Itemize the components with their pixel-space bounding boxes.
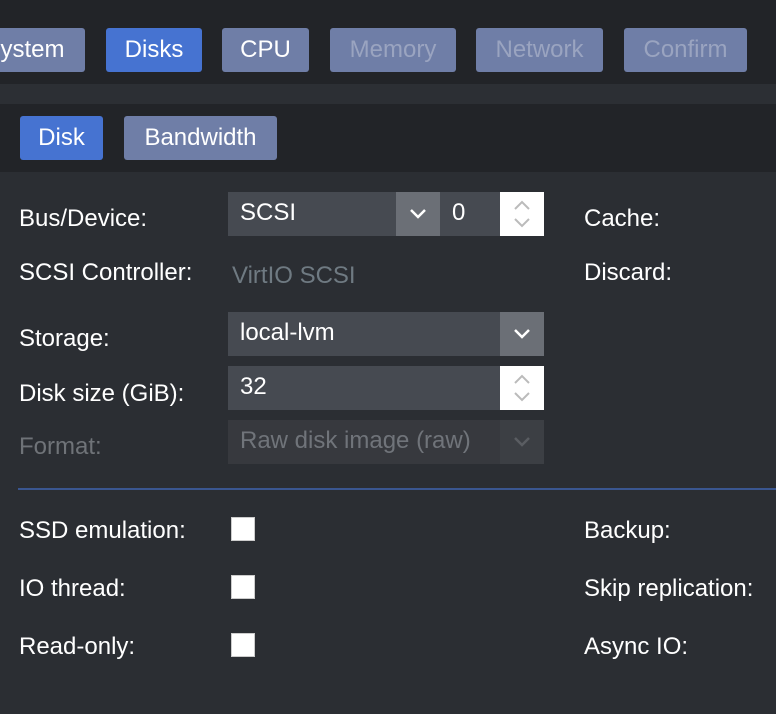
scsi-controller-label: SCSI Controller:	[19, 259, 193, 286]
disk-size-spinner[interactable]	[500, 366, 544, 410]
disk-size-label: Disk size (GiB):	[19, 380, 185, 407]
tab-system[interactable]: ystem	[0, 28, 85, 72]
format-select[interactable]: Raw disk image (raw)	[228, 420, 500, 464]
device-spinner[interactable]	[500, 192, 544, 236]
skip-replication-label: Skip replication:	[584, 575, 754, 602]
format-label: Format:	[19, 433, 102, 460]
separator-strip	[0, 84, 776, 104]
io-thread-label: IO thread:	[19, 575, 126, 602]
subtab-bandwidth[interactable]: Bandwidth	[124, 116, 277, 160]
chevron-down-icon	[410, 209, 426, 219]
bus-device-label: Bus/Device:	[19, 205, 148, 232]
tab-cpu[interactable]: CPU	[222, 28, 309, 72]
format-dropdown-trigger[interactable]	[500, 420, 544, 464]
read-only-label: Read-only:	[19, 633, 136, 660]
device-number-input[interactable]: 0	[440, 192, 500, 236]
storage-label: Storage:	[19, 325, 110, 352]
storage-dropdown-trigger[interactable]	[500, 312, 544, 356]
disk-size-input[interactable]: 32	[228, 366, 500, 410]
storage-select[interactable]: local-lvm	[228, 312, 500, 356]
read-only-checkbox[interactable]	[231, 633, 255, 657]
tab-disks[interactable]: Disks	[106, 28, 202, 72]
ssd-emulation-checkbox[interactable]	[231, 517, 255, 541]
scsi-controller-value: VirtIO SCSI	[232, 262, 356, 289]
discard-label: Discard:	[584, 259, 673, 286]
sub-tab-bar	[0, 104, 776, 172]
io-thread-checkbox[interactable]	[231, 575, 255, 599]
ssd-emulation-label: SSD emulation:	[19, 517, 186, 544]
subtab-disk[interactable]: Disk	[20, 116, 103, 160]
cache-label: Cache:	[584, 205, 661, 232]
tab-confirm[interactable]: Confirm	[624, 28, 747, 72]
chevron-down-icon	[514, 329, 530, 339]
section-divider	[18, 488, 776, 490]
spinner-arrows-icon	[514, 200, 530, 228]
bus-select[interactable]: SCSI	[228, 192, 396, 236]
backup-label: Backup:	[584, 517, 671, 544]
tab-memory[interactable]: Memory	[330, 28, 456, 72]
async-io-label: Async IO:	[584, 633, 689, 660]
chevron-down-icon	[514, 437, 530, 447]
spinner-arrows-icon	[514, 374, 530, 402]
bus-dropdown-trigger[interactable]	[396, 192, 440, 236]
tab-network[interactable]: Network	[476, 28, 603, 72]
